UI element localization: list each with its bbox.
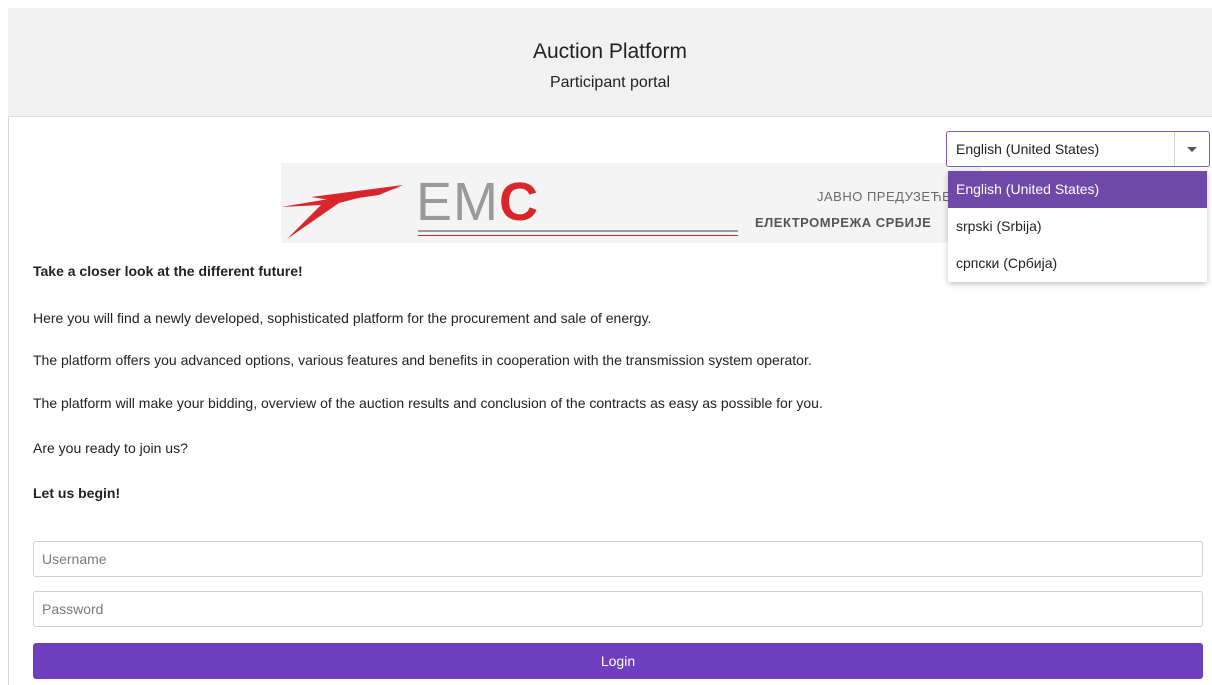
intro-heading: Take a closer look at the different futu… [33,263,303,279]
logo-divider [418,230,738,232]
intro-cta: Let us begin! [33,485,121,501]
intro-paragraph-1: Here you will find a newly developed, so… [33,310,652,326]
language-select-divider [1174,132,1175,166]
lightning-bolt-icon [281,185,403,239]
company-logo: EMC ЈАВНО ПРЕДУЗЕЋЕ ЕЛЕКТРОМРЕЖА СРБИЈЕ [281,163,981,243]
page-title: Auction Platform [532,40,688,63]
language-option-sr-cyrl[interactable]: српски (Србија) [948,245,1207,282]
username-input[interactable] [33,541,1203,577]
intro-paragraph-4: Are you ready to join us? [33,440,188,456]
page: Auction Platform Participant portal EMC … [0,0,1212,685]
logo-org-line2: ЕЛЕКТРОМРЕЖА СРБИЈЕ [755,215,932,230]
logo-wordmark: EMC [416,175,539,229]
login-button[interactable]: Login [33,643,1203,679]
language-option-sr-latn[interactable]: srpski (Srbija) [948,208,1207,245]
language-select[interactable]: English (United States) [946,131,1210,167]
page-header: Auction Platform Participant portal [8,8,1212,117]
logo-divider-accent [418,235,738,236]
logo-wordmark-accent: C [499,172,539,232]
intro-paragraph-2: The platform offers you advanced options… [33,352,812,368]
intro-paragraph-3: The platform will make your bidding, ove… [33,395,823,411]
logo-org-line1: ЈАВНО ПРЕДУЗЕЋЕ [817,189,952,204]
language-dropdown-menu: English (United States) srpski (Srbija) … [948,171,1207,282]
logo-wordmark-prefix: EM [416,172,499,232]
password-input[interactable] [33,591,1203,627]
chevron-down-icon[interactable] [1187,147,1197,152]
page-subtitle: Participant portal [549,74,671,91]
language-select-value: English (United States) [956,141,1100,157]
language-option-en-us[interactable]: English (United States) [948,171,1207,208]
